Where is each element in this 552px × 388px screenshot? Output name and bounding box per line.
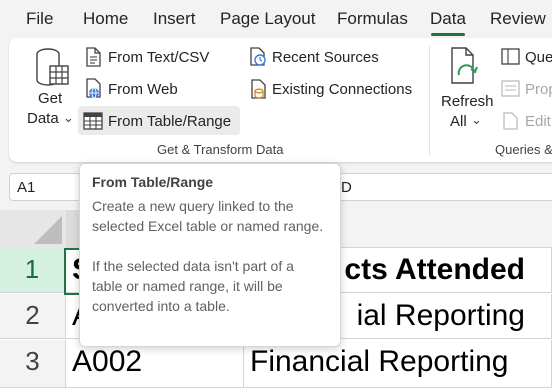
name-box[interactable]: A1 xyxy=(9,173,81,201)
get-data-label-line2: Data xyxy=(27,110,59,127)
cell-b3[interactable]: Financial Reporting xyxy=(244,340,552,388)
tab-home[interactable]: Home xyxy=(83,9,128,29)
tab-page-layout[interactable]: Page Layout xyxy=(220,9,315,29)
from-table-range-label: From Table/Range xyxy=(108,113,232,130)
from-text-csv-label: From Text/CSV xyxy=(108,49,210,66)
row-header-3[interactable]: 3 xyxy=(0,340,66,388)
group-divider xyxy=(429,46,430,156)
tab-formulas[interactable]: Formulas xyxy=(337,9,408,29)
formula-bar-value: D xyxy=(341,179,352,196)
existing-connections-label: Existing Connections xyxy=(272,81,413,98)
recent-sources-icon xyxy=(250,47,266,66)
screen-tip: From Table/Range Create a new query link… xyxy=(79,163,341,347)
row-header-1[interactable]: 1 xyxy=(0,248,66,293)
web-page-icon xyxy=(86,78,101,99)
refresh-all-label-line2: All xyxy=(450,113,467,130)
tab-file[interactable]: File xyxy=(26,9,53,29)
row-header-2[interactable]: 2 xyxy=(0,294,66,339)
name-box-value: A1 xyxy=(17,179,36,196)
existing-connections-icon xyxy=(251,79,266,99)
select-all-corner[interactable] xyxy=(0,210,66,248)
table-icon xyxy=(83,112,103,130)
refresh-all-label-line1: Refresh xyxy=(441,93,494,110)
edit-links-icon xyxy=(503,112,518,130)
properties-icon xyxy=(501,80,520,97)
recent-sources-label: Recent Sources xyxy=(272,49,379,66)
edit-links-label: Edit xyxy=(525,113,551,130)
queries-connections-icon xyxy=(501,48,520,65)
get-data-label-line1: Get xyxy=(38,90,63,107)
from-web-label: From Web xyxy=(108,81,178,98)
screen-tip-title: From Table/Range xyxy=(92,174,214,190)
get-transform-group-label: Get & Transform Data xyxy=(157,142,284,157)
tab-insert[interactable]: Insert xyxy=(153,9,196,29)
tab-data[interactable]: Data xyxy=(430,9,466,29)
chevron-down-icon: ⌄ xyxy=(63,110,74,125)
properties-label: Prop xyxy=(525,81,552,98)
queries-group-label: Queries & xyxy=(495,142,552,157)
text-file-icon xyxy=(86,47,101,67)
queries-connections-label: Que xyxy=(525,49,552,66)
tab-review[interactable]: Review xyxy=(490,9,546,29)
active-tab-indicator xyxy=(431,33,465,36)
database-table-icon xyxy=(36,48,69,86)
refresh-icon xyxy=(451,47,478,84)
chevron-down-icon: ⌄ xyxy=(471,112,482,127)
screen-tip-note: If the selected data isn't part of a tab… xyxy=(92,258,294,314)
ribbon-tab-bar: File Home Insert Page Layout Formulas Da… xyxy=(0,0,552,38)
cell-a3[interactable]: A002 xyxy=(66,340,244,388)
ribbon-panel: Get Data ⌄ From Text/CSV From Web From T… xyxy=(9,38,552,162)
screen-tip-description: Create a new query linked to the selecte… xyxy=(92,198,324,234)
select-all-triangle-icon xyxy=(34,216,62,244)
